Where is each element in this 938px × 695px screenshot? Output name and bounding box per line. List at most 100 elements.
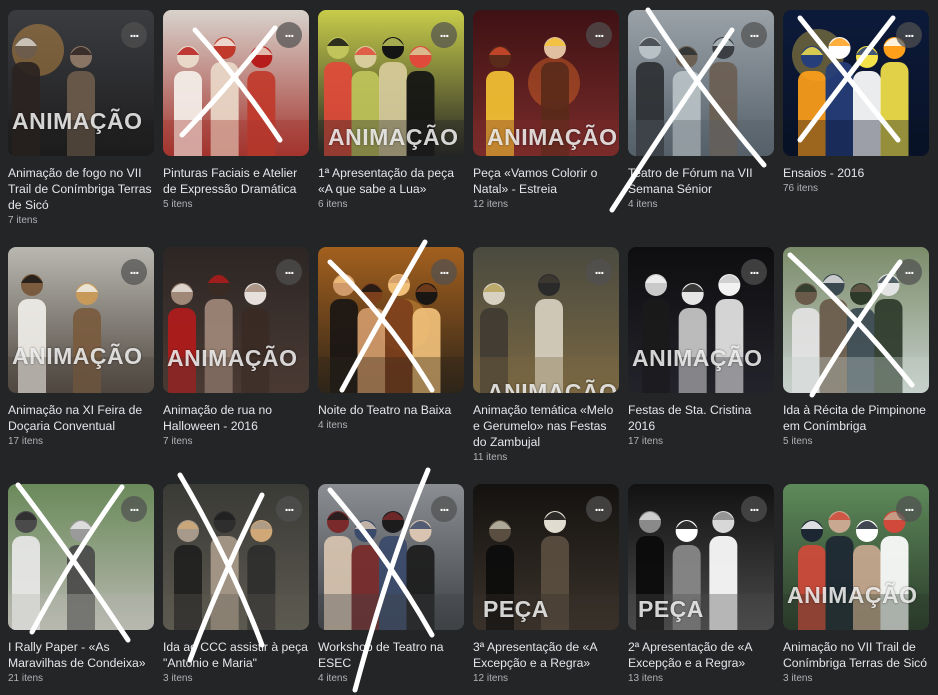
album-cover[interactable]: ... <box>783 10 929 156</box>
more-options-button[interactable]: ... <box>431 22 457 48</box>
album-card[interactable]: ANIMAÇÃO... Animação na XI Feira de Doçar… <box>8 247 158 450</box>
more-options-button[interactable]: ... <box>276 496 302 522</box>
album-card[interactable]: ... Ensaios - 2016 76 itens <box>783 10 933 197</box>
more-options-button[interactable]: ... <box>741 496 767 522</box>
album-card[interactable]: ANIMAÇÃO... Animação temática «Melo e Ger… <box>473 247 623 466</box>
album-cover[interactable]: ANIMAÇÃO... <box>783 484 929 630</box>
album-title[interactable]: Animação temática «Melo e Gerumelo» nas … <box>473 402 623 450</box>
more-options-button[interactable]: ... <box>121 22 147 48</box>
more-dots-icon: ... <box>749 498 760 514</box>
more-dots-icon: ... <box>594 24 605 40</box>
album-card[interactable]: ANIMAÇÃO... 1ª Apresentação da peça «A qu… <box>318 10 468 213</box>
album-item-count: 6 itens <box>318 199 348 210</box>
more-dots-icon: ... <box>284 24 295 40</box>
more-options-button[interactable]: ... <box>896 22 922 48</box>
album-title[interactable]: Noite do Teatro na Baixa <box>318 402 468 418</box>
album-item-count: 11 itens <box>473 452 508 463</box>
album-title[interactable]: 3ª Apresentação de «A Excepção e a Regra… <box>473 639 623 671</box>
album-cover[interactable]: ANIMAÇÃO... <box>628 247 774 393</box>
album-cover[interactable]: ANIMAÇÃO... <box>8 247 154 393</box>
album-card[interactable]: ... I Rally Paper - «As Maravilhas de Con… <box>8 484 158 687</box>
album-cover[interactable]: ... <box>163 10 309 156</box>
album-card[interactable]: ... Ida à Récita de Pimpinone em Conímbri… <box>783 247 933 450</box>
album-card[interactable]: ... Teatro de Fórum na VII Semana Sénior 4… <box>628 10 778 213</box>
album-item-count: 3 itens <box>163 673 193 684</box>
album-cover[interactable]: ... <box>783 247 929 393</box>
album-cover[interactable]: ... <box>163 484 309 630</box>
album-card[interactable]: ANIMAÇÃO... Animação no VII Trail de Coní… <box>783 484 933 687</box>
album-cover[interactable]: ... <box>318 484 464 630</box>
album-card[interactable]: PEÇA... 2ª Apresentação de «A Excepção e … <box>628 484 778 687</box>
more-options-button[interactable]: ... <box>896 496 922 522</box>
more-dots-icon: ... <box>594 498 605 514</box>
more-options-button[interactable]: ... <box>741 259 767 285</box>
more-dots-icon: ... <box>439 261 450 277</box>
album-cover[interactable]: PEÇA... <box>628 484 774 630</box>
album-cover-label: ANIMAÇÃO <box>787 582 918 608</box>
more-options-button[interactable]: ... <box>431 496 457 522</box>
album-cover[interactable]: ANIMAÇÃO... <box>473 247 619 393</box>
album-card[interactable]: ... Pinturas Faciais e Atelier de Express… <box>163 10 313 213</box>
more-options-button[interactable]: ... <box>431 259 457 285</box>
album-card[interactable]: ... Ida ao CCC assistir à peça "António e… <box>163 484 313 687</box>
more-dots-icon: ... <box>904 261 915 277</box>
album-card[interactable]: PEÇA... 3ª Apresentação de «A Excepção e … <box>473 484 623 687</box>
album-card[interactable]: ANIMAÇÃO... Festas de Sta. Cristina 2016 1… <box>628 247 778 450</box>
album-cover[interactable]: ANIMAÇÃO... <box>473 10 619 156</box>
more-options-button[interactable]: ... <box>586 259 612 285</box>
more-options-button[interactable]: ... <box>276 22 302 48</box>
album-card[interactable]: ... Noite do Teatro na Baixa 4 itens <box>318 247 468 434</box>
more-options-button[interactable]: ... <box>586 496 612 522</box>
album-card[interactable]: ... Workshop de Teatro na ESEC 4 itens <box>318 484 468 687</box>
album-title[interactable]: Animação de rua no Halloween - 2016 <box>163 402 313 434</box>
album-item-count: 7 itens <box>8 215 38 226</box>
album-cover-label: ANIMAÇÃO <box>12 343 143 369</box>
album-card[interactable]: ANIMAÇÃO... Animação de fogo no VII Trail… <box>8 10 158 229</box>
more-dots-icon: ... <box>129 24 140 40</box>
more-dots-icon: ... <box>439 498 450 514</box>
more-dots-icon: ... <box>284 261 295 277</box>
album-title[interactable]: Pinturas Faciais e Atelier de Expressão … <box>163 165 313 197</box>
album-title[interactable]: 2ª Apresentação de «A Excepção e a Regra… <box>628 639 778 671</box>
album-title[interactable]: Animação de fogo no VII Trail de Conímbr… <box>8 165 158 213</box>
album-cover[interactable]: ANIMAÇÃO... <box>8 10 154 156</box>
more-dots-icon: ... <box>904 498 915 514</box>
album-cover[interactable]: ... <box>318 247 464 393</box>
album-title[interactable]: Peça «Vamos Colorir o Natal» - Estreia <box>473 165 623 197</box>
album-card[interactable]: ANIMAÇÃO... Peça «Vamos Colorir o Natal» … <box>473 10 623 213</box>
album-cover[interactable]: ANIMAÇÃO... <box>163 247 309 393</box>
album-card[interactable]: ANIMAÇÃO... Animação de rua no Halloween … <box>163 247 313 450</box>
album-title[interactable]: Animação no VII Trail de Conímbriga Terr… <box>783 639 933 671</box>
more-dots-icon: ... <box>439 24 450 40</box>
album-item-count: 17 itens <box>8 436 44 447</box>
album-cover[interactable]: ... <box>8 484 154 630</box>
album-cover-label: ANIMAÇÃO <box>12 108 143 134</box>
album-item-count: 12 itens <box>473 199 509 210</box>
album-item-count: 4 itens <box>628 199 658 210</box>
album-cover-label: ANIMAÇÃO <box>632 345 763 371</box>
more-options-button[interactable]: ... <box>276 259 302 285</box>
more-options-button[interactable]: ... <box>586 22 612 48</box>
more-options-button[interactable]: ... <box>741 22 767 48</box>
album-cover[interactable]: ANIMAÇÃO... <box>318 10 464 156</box>
more-options-button[interactable]: ... <box>121 496 147 522</box>
album-title[interactable]: Ida ao CCC assistir à peça "António e Ma… <box>163 639 313 671</box>
album-title[interactable]: Festas de Sta. Cristina 2016 <box>628 402 778 434</box>
album-item-count: 5 itens <box>783 436 813 447</box>
album-cover[interactable]: ... <box>628 10 774 156</box>
album-cover[interactable]: PEÇA... <box>473 484 619 630</box>
more-dots-icon: ... <box>129 261 140 277</box>
more-options-button[interactable]: ... <box>121 259 147 285</box>
album-title[interactable]: I Rally Paper - «As Maravilhas de Condei… <box>8 639 158 671</box>
album-item-count: 7 itens <box>163 436 193 447</box>
album-item-count: 5 itens <box>163 199 193 210</box>
album-item-count: 3 itens <box>783 673 813 684</box>
album-title[interactable]: Workshop de Teatro na ESEC <box>318 639 468 671</box>
album-title[interactable]: Animação na XI Feira de Doçaria Conventu… <box>8 402 158 434</box>
album-title[interactable]: Ida à Récita de Pimpinone em Conímbriga <box>783 402 933 434</box>
more-options-button[interactable]: ... <box>896 259 922 285</box>
album-title[interactable]: 1ª Apresentação da peça «A que sabe a Lu… <box>318 165 468 197</box>
album-item-count: 17 itens <box>628 436 664 447</box>
album-title[interactable]: Ensaios - 2016 <box>783 165 933 181</box>
album-title[interactable]: Teatro de Fórum na VII Semana Sénior <box>628 165 778 197</box>
